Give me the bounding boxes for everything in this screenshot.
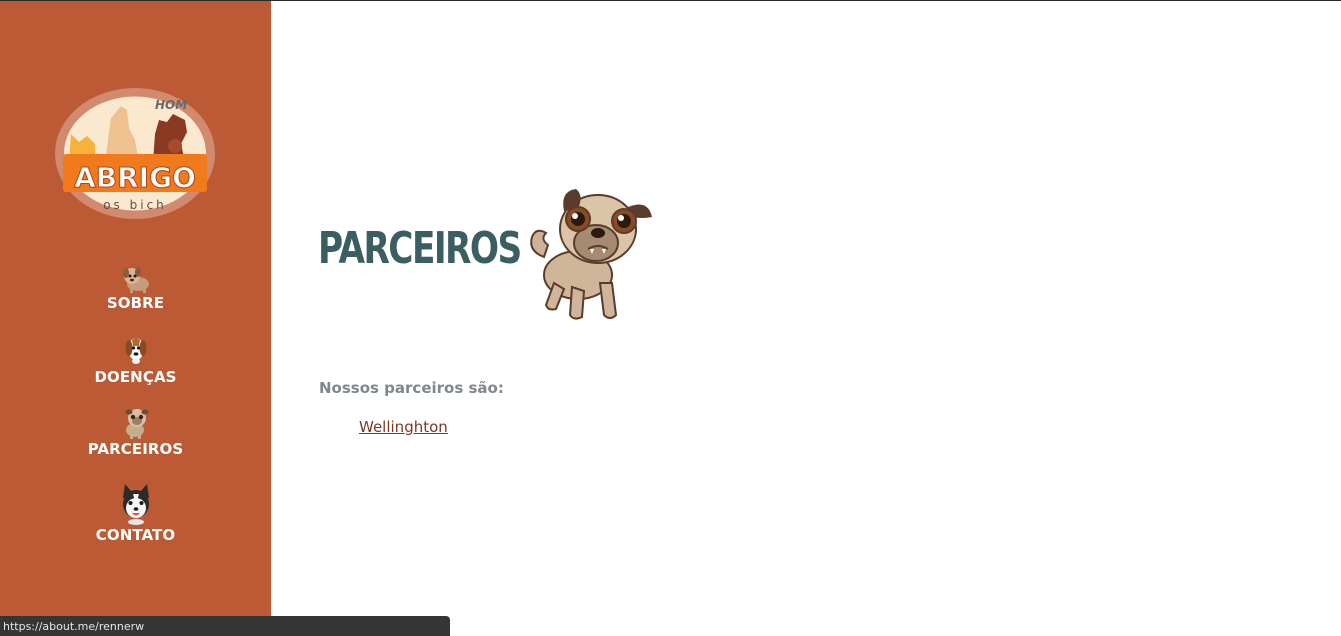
nav-label-contato: CONTATO [95, 526, 176, 544]
main-content: PARCEIROS Nossos parceiros são: Wellingh… [271, 1, 1341, 636]
sidebar: HOM ABRIGO os bich SOBRE DOENÇAS PARCEIR… [0, 1, 271, 636]
beagle-icon [125, 338, 146, 364]
partner-link-wellinghton[interactable]: Wellinghton [359, 418, 448, 436]
nav-label-parceiros: PARCEIROS [87, 440, 184, 458]
abrigo-logo[interactable]: HOM ABRIGO os bich [55, 88, 215, 219]
list-item: Wellinghton [359, 416, 448, 438]
pug-icon [530, 189, 652, 320]
nav-label-sobre: SOBRE [106, 294, 165, 312]
nav-item-doencas[interactable]: DOENÇAS [0, 334, 271, 386]
nav-item-sobre[interactable]: SOBRE [0, 264, 271, 312]
nav-item-parceiros[interactable]: PARCEIROS [0, 406, 271, 458]
nav-item-contato[interactable]: CONTATO [0, 482, 271, 544]
nav-label-doencas: DOENÇAS [94, 368, 177, 386]
logo-top-text: HOM [155, 98, 187, 112]
partners-list: Wellinghton [359, 416, 448, 438]
husky-icon [122, 484, 149, 525]
page: HOM ABRIGO os bich SOBRE DOENÇAS PARCEIR… [0, 0, 1341, 636]
page-title: PARCEIROS [318, 223, 522, 274]
pug-icon [125, 409, 148, 439]
logo-text: ABRIGO [74, 161, 196, 194]
partners-intro: Nossos parceiros são: [319, 379, 504, 397]
status-bar-url: https://about.me/rennerw [0, 616, 450, 636]
logo-bottom-text: os bich [103, 198, 167, 212]
puppy-icon [122, 267, 149, 293]
